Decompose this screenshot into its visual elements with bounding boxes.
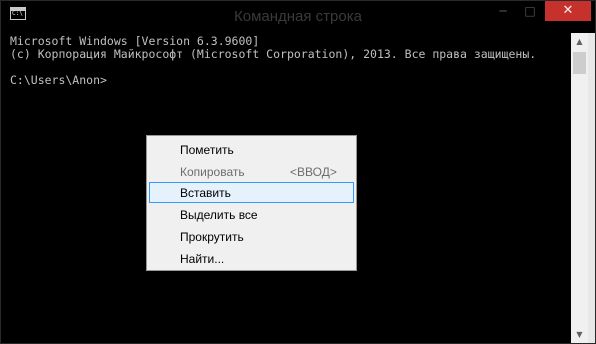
console-prompt: C:\Users\Anon> [10, 73, 107, 87]
menu-item-copy: Копировать <ВВОД> [149, 161, 354, 182]
menu-item-label: Прокрутить [180, 230, 244, 244]
menu-item-label: Найти... [180, 252, 225, 266]
menu-item-label: Выделить все [180, 208, 258, 222]
menu-item-scroll[interactable]: Прокрутить [149, 226, 354, 247]
menu-item-find[interactable]: Найти... [149, 248, 354, 269]
menu-item-label: Копировать [180, 165, 245, 179]
menu-item-select-all[interactable]: Выделить все [149, 204, 354, 225]
scroll-up-arrow-icon[interactable]: ▲ [571, 33, 588, 50]
title-bar[interactable]: C:\ Командная строка ─ □ ✕ [1, 1, 595, 33]
window-border [588, 33, 595, 343]
scroll-thumb[interactable] [573, 52, 586, 74]
close-button[interactable]: ✕ [545, 1, 591, 21]
menu-item-label: Вставить [180, 186, 231, 200]
console-line: (c) Корпорация Майкрософт (Microsoft Cor… [10, 47, 537, 61]
context-menu: Пометить Копировать <ВВОД> Вставить Выде… [146, 135, 357, 271]
menu-item-shortcut: <ВВОД> [290, 165, 337, 179]
menu-item-paste[interactable]: Вставить [149, 182, 354, 203]
vertical-scrollbar[interactable]: ▲ ▼ [571, 33, 588, 343]
menu-item-label: Пометить [180, 143, 234, 157]
maximize-button[interactable]: □ [517, 1, 543, 21]
command-prompt-window: C:\ Командная строка ─ □ ✕ Microsoft Win… [0, 0, 596, 344]
scroll-down-arrow-icon[interactable]: ▼ [571, 326, 588, 343]
menu-item-mark[interactable]: Пометить [149, 139, 354, 160]
minimize-button[interactable]: ─ [489, 1, 517, 21]
